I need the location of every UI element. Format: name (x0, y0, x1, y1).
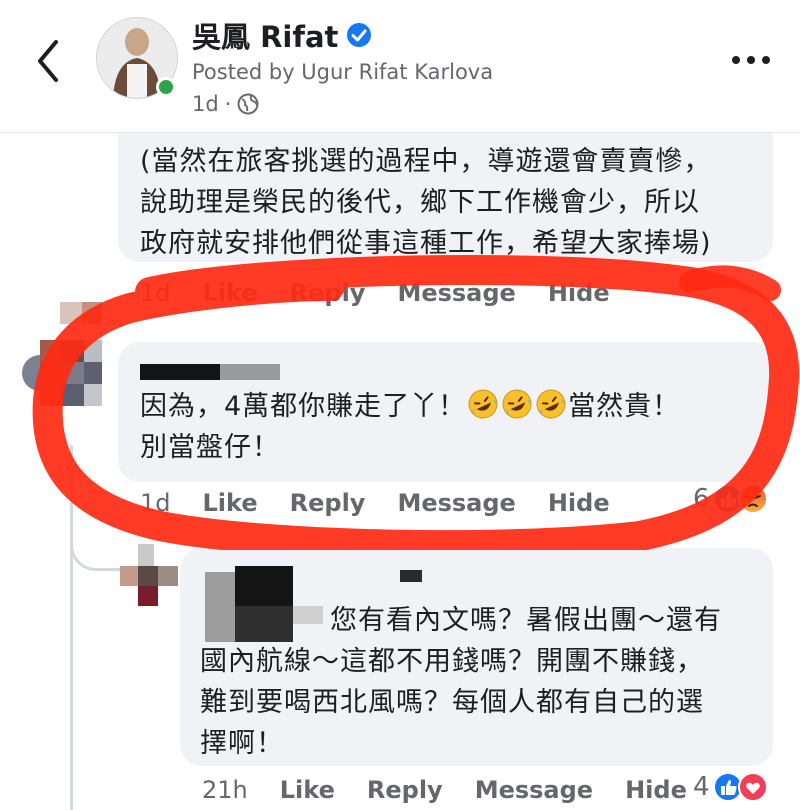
comment-line: 說助理是榮民的後代，鄉下工作機會少，所以 (140, 187, 700, 218)
comment-actions: 1d Like Reply Message Hide (140, 489, 642, 517)
comment-line: 政府就安排他們從事這種工作，希望大家捧場) (140, 228, 712, 259)
back-button[interactable] (28, 36, 68, 86)
like-button[interactable]: Like (203, 279, 258, 307)
comment-actions: 21h Like Reply Message Hide (202, 776, 719, 804)
comment-line: 因為，4萬都你賺走了丫！ 當然貴！ (140, 386, 680, 427)
comment-text: (當然在旅客挑選的過程中，導遊還會賣賣慘， 說助理是榮民的後代，鄉下工作機會少，… (140, 141, 712, 264)
reaction-summary[interactable]: 4 (693, 772, 768, 802)
verified-badge-icon (347, 23, 372, 47)
thread-line (70, 445, 73, 810)
back-chevron-icon (38, 40, 58, 82)
rolling-on-floor-laughing-emoji (536, 389, 566, 419)
thread-connector (70, 520, 121, 571)
hide-button[interactable]: Hide (548, 279, 610, 307)
redacted-commenter-name (220, 364, 280, 380)
reply-button[interactable]: Reply (290, 279, 366, 307)
reply-button[interactable]: Reply (367, 776, 443, 804)
comment-text: 因為，4萬都你賺走了丫！ 當然貴！ 別當盤仔！ (140, 386, 680, 468)
post-meta: 1d · (192, 92, 259, 116)
love-reaction-icon (737, 772, 768, 802)
page-name[interactable]: 吳鳳 Rifat (192, 14, 372, 56)
meta-separator: · (224, 92, 232, 116)
online-status-dot (156, 77, 176, 97)
like-button[interactable]: Like (280, 776, 335, 804)
hide-button[interactable]: Hide (548, 489, 610, 517)
comment-line: 別當盤仔！ (140, 432, 280, 463)
message-button[interactable]: Message (475, 776, 593, 804)
angry-reaction-icon (737, 484, 768, 514)
rolling-on-floor-laughing-emoji (468, 389, 498, 419)
post-header: 吳鳳 Rifat Posted by Ugur Rifat Karlova 1d… (0, 0, 800, 133)
more-options-button[interactable] (728, 50, 774, 70)
message-button[interactable]: Message (397, 489, 515, 517)
like-button[interactable]: Like (203, 489, 258, 517)
comment-line: 擇啊！ (200, 728, 284, 759)
comment-line: 您有看內文嗎？暑假出團～還有 (330, 605, 722, 636)
post-age[interactable]: 1d (192, 92, 219, 116)
globe-icon (237, 93, 259, 115)
comment-time[interactable]: 1d (140, 489, 171, 517)
comment-time[interactable]: 1d (140, 279, 171, 307)
page-avatar[interactable] (96, 17, 178, 99)
more-dots-icon (732, 56, 770, 64)
comment-line: 國內航線～這都不用錢嗎？開團不賺錢， (200, 646, 704, 677)
message-button[interactable]: Message (397, 279, 515, 307)
page-name-text[interactable]: 吳鳳 Rifat (192, 14, 338, 56)
comment-time[interactable]: 21h (202, 776, 248, 804)
reaction-summary[interactable]: 6 (693, 484, 768, 514)
reaction-count: 6 (693, 484, 710, 514)
comment-line: (當然在旅客挑選的過程中，導遊還會賣賣慘， (140, 146, 712, 177)
rolling-on-floor-laughing-emoji (502, 389, 532, 419)
hide-button[interactable]: Hide (625, 776, 687, 804)
comment-actions: 1d Like Reply Message Hide (140, 279, 642, 307)
posted-by-label: Posted by Ugur Rifat Karlova (192, 60, 494, 84)
reaction-count: 4 (693, 772, 710, 802)
reply-button[interactable]: Reply (290, 489, 366, 517)
comment-text: 您有看內文嗎？暑假出團～還有 國內航線～這都不用錢嗎？開團不賺錢， 難到要喝西北… (200, 600, 722, 764)
comment-line: 難到要喝西北風嗎？每個人都有自己的選 (200, 687, 704, 718)
